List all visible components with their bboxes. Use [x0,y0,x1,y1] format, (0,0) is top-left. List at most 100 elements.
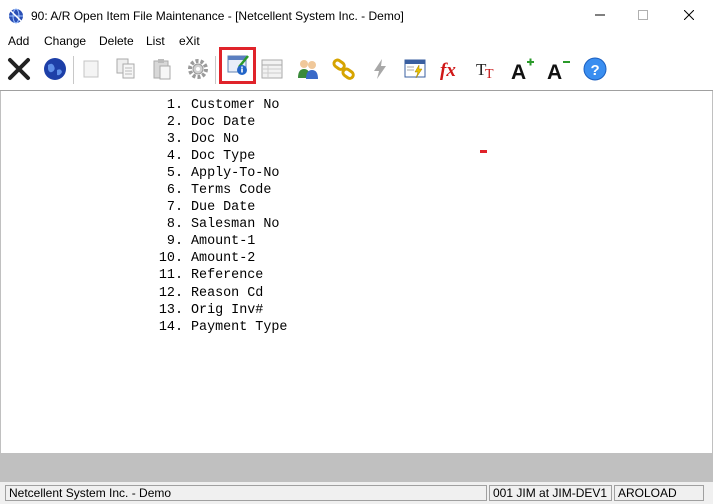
field-label: Orig Inv# [191,302,264,318]
message-area [0,453,713,482]
menu-add[interactable]: Add [8,34,29,48]
function-button[interactable]: fx [434,53,468,87]
title-bar: 90: A/R Open Item File Maintenance - [Ne… [0,0,713,32]
field-number: 4. [166,149,183,165]
users-icon [295,56,321,85]
settings-button[interactable] [181,53,215,87]
exit-button[interactable] [2,53,36,87]
field-label: Payment Type [191,319,288,335]
notes-button[interactable] [219,47,256,84]
field-number: 3. [166,132,183,148]
blank-button[interactable] [74,53,108,87]
copy-icon [113,56,139,85]
field-label: Doc Date [191,115,256,131]
field-row[interactable]: 14. Payment Type [151,319,288,336]
users-button[interactable] [291,53,325,87]
text-cursor [480,150,487,153]
font-increase-icon: A [510,56,536,85]
lightning-icon [367,56,393,85]
menu-change[interactable]: Change [44,34,86,48]
field-label: Terms Code [191,183,272,199]
field-row[interactable]: 10. Amount-2 [151,250,287,267]
field-row[interactable]: 13. Orig Inv# [151,302,287,319]
field-row[interactable]: 8. Salesman No [151,216,287,233]
screen-lightning-icon [402,56,428,85]
field-label: Reason Cd [191,285,264,301]
field-number: 1. [166,98,183,113]
field-label: Amount-2 [191,251,256,267]
status-program: AROLOAD [614,485,704,501]
field-row[interactable]: 11. Reference [151,267,287,284]
field-number: 7. [166,200,183,216]
menu-bar: Add Change Delete List eXit [0,32,713,50]
field-row[interactable]: 5. Apply-To-No [151,165,287,182]
lightning-button[interactable] [363,53,397,87]
menu-exit[interactable]: eXit [179,34,200,48]
screen-lightning-button[interactable] [398,53,432,87]
field-number: 12. [158,285,183,301]
table-view-button[interactable] [255,53,289,87]
svg-text:?: ? [591,62,600,79]
chain-link-icon [331,56,357,85]
svg-text:A: A [511,61,526,82]
menu-list[interactable]: List [146,34,165,48]
field-label: Due Date [191,200,256,216]
blank-icon [78,56,104,85]
exit-x-icon [6,56,32,85]
field-row[interactable]: 2. Doc Date [151,114,287,131]
close-button[interactable] [666,0,712,32]
field-row[interactable]: 1. Customer No [151,97,287,114]
close-icon [683,9,695,23]
paste-icon [149,56,175,85]
menu-delete[interactable]: Delete [99,34,134,48]
font-button[interactable]: TT [470,53,504,87]
field-list: 1. Customer No 2. Doc Date 3. Doc No 4. Doc … [151,97,288,336]
field-label: Doc Type [191,149,256,165]
field-label: Customer No [191,98,280,113]
field-row[interactable]: 4. Doc Type [151,148,287,165]
font-decrease-button[interactable]: A [542,53,576,87]
field-label: Amount-1 [191,234,256,250]
field-label: Apply-To-No [191,166,280,182]
status-user: 001 JIM at JIM-DEV1 [489,485,612,501]
field-number: 11. [158,268,183,284]
window-title: 90: A/R Open Item File Maintenance - [Ne… [31,9,404,23]
table-view-icon [259,56,285,85]
field-number: 14. [158,319,183,335]
field-row[interactable]: 6. Terms Code [151,182,287,199]
svg-text:A: A [547,61,562,82]
content-area: 1. Customer No 2. Doc Date 3. Doc No 4. Doc … [0,91,713,453]
help-question-icon: ? [582,56,608,85]
font-decrease-icon: A [546,56,572,85]
internet-globe-icon [42,56,68,85]
help-button[interactable]: ? [578,53,612,87]
field-number: 5. [166,166,183,182]
copy-button[interactable] [109,53,143,87]
font-tt-icon: TT [474,56,500,85]
field-row[interactable]: 12. Reason Cd [151,285,287,302]
svg-text:fx: fx [440,60,456,81]
notes-info-icon [225,51,251,80]
link-button[interactable] [327,53,361,87]
field-label: Doc No [191,132,240,148]
field-row[interactable]: 7. Due Date [151,199,287,216]
settings-gear-icon [185,56,211,85]
minimize-button[interactable] [577,0,623,32]
globe-icon[interactable] [8,8,24,24]
field-number: 2. [166,115,183,131]
field-label: Salesman No [191,217,280,233]
field-row[interactable]: 9. Amount-1 [151,233,287,250]
minimize-icon [595,9,605,23]
field-row[interactable]: 3. Doc No [151,131,287,148]
status-bar: Netcellent System Inc. - Demo 001 JIM at… [0,482,713,504]
toolbar: fx TT A A ? [0,47,713,91]
field-number: 9. [166,234,183,250]
font-increase-button[interactable]: A [506,53,540,87]
maximize-button[interactable] [620,0,666,32]
internet-button[interactable] [38,53,72,87]
toolbar-separator [215,56,216,84]
maximize-icon [638,9,648,23]
field-number: 13. [158,302,183,318]
paste-button[interactable] [145,53,179,87]
field-number: 8. [166,217,183,233]
